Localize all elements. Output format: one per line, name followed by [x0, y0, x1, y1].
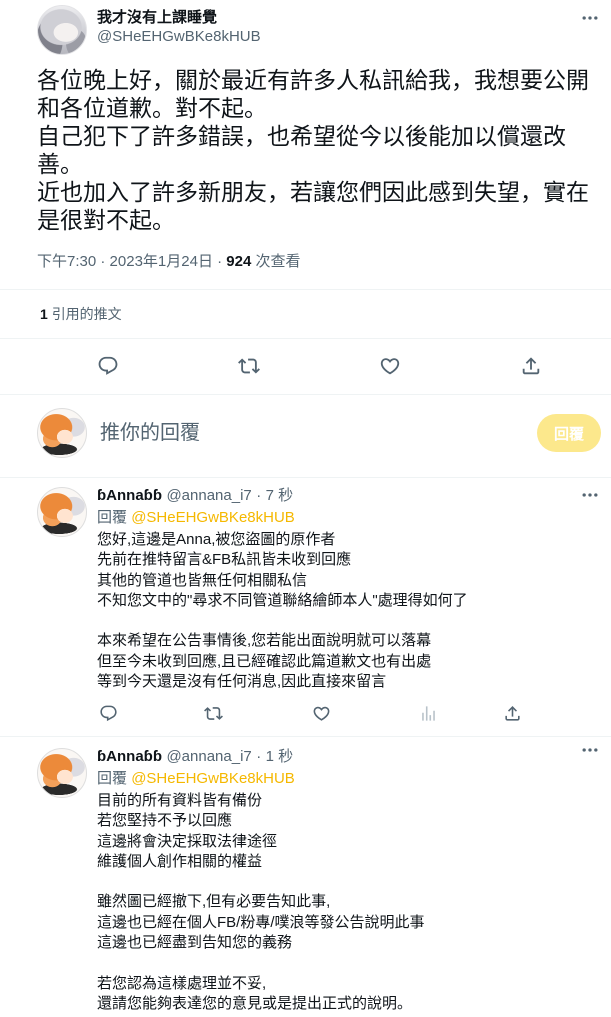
tweet-detail-page: 我才沒有上課睡覺 @SHeEHGwBKe8kHUB 各位晚上好，關於最近有許多人…	[0, 0, 611, 1017]
views-label: 次查看	[255, 253, 301, 270]
reply-item: ɓAnnaɓɓ @annana_i7 · 1 秒 回覆 @SHeEHGwBKe8…	[0, 738, 611, 1012]
author-name[interactable]: 我才沒有上課睡覺	[97, 8, 217, 28]
reply-icon	[98, 356, 118, 375]
like-icon	[380, 358, 400, 375]
share-icon	[522, 357, 540, 375]
retweet-icon	[203, 706, 223, 720]
views-count: 924	[226, 253, 252, 270]
meta-separator: ·	[100, 253, 106, 270]
tweet-date[interactable]: 2023年1月24日	[110, 253, 213, 270]
replying-to-label: 回覆	[97, 770, 128, 787]
share-button[interactable]	[502, 703, 522, 723]
replying-to-handle[interactable]: @SHeEHGwBKe8kHUB	[131, 509, 295, 526]
divider	[0, 338, 611, 339]
retweet-button[interactable]	[238, 355, 260, 377]
reply-button[interactable]	[97, 355, 119, 377]
divider	[0, 736, 611, 737]
replying-to-handle[interactable]: @SHeEHGwBKe8kHUB	[131, 770, 295, 787]
replying-to: 回覆 @SHeEHGwBKe8kHUB	[97, 508, 295, 528]
analytics-button[interactable]	[418, 703, 438, 723]
author-avatar[interactable]	[37, 5, 87, 55]
like-button[interactable]	[379, 355, 401, 377]
divider	[0, 289, 611, 290]
header-separator: ·	[256, 748, 262, 765]
reply-icon	[99, 705, 117, 721]
tweet-meta: 下午7:30 · 2023年1月24日 · 924 次查看	[37, 252, 301, 272]
reply-item: ɓAnnaɓɓ @annana_i7 · 7 秒 回覆 @SHeEHGwBKe8…	[0, 477, 611, 737]
reply-time[interactable]: 7 秒	[266, 487, 294, 504]
more-options-icon[interactable]	[580, 485, 600, 505]
reply-text: 您好,這邊是Anna,被您盜圖的原作者 先前在推特留言&FB私訊皆未收到回應 其…	[97, 531, 468, 691]
analytics-icon	[421, 705, 435, 721]
more-options-icon[interactable]	[580, 740, 600, 760]
reply-author-avatar[interactable]	[37, 748, 87, 798]
reply-header: ɓAnnaɓɓ @annana_i7 · 7 秒	[97, 486, 293, 506]
meta-separator: ·	[217, 253, 223, 270]
retweet-icon	[238, 358, 260, 374]
more-options-icon[interactable]	[580, 8, 600, 28]
reply-author-handle[interactable]: @annana_i7	[166, 748, 251, 765]
tweet-text: 各位晚上好，關於最近有許多人私訊給我，我想要公開和各位道歉。對不起。 自己犯下了…	[37, 67, 589, 233]
reply-text: 目前的所有資料皆有備份 若您堅持不予以回應 這邊將會決定採取法律途徑 維護個人創…	[97, 792, 425, 1012]
replying-to-label: 回覆	[97, 509, 128, 526]
reply-author-handle[interactable]: @annana_i7	[166, 487, 251, 504]
reply-author-name[interactable]: ɓAnnaɓɓ	[97, 748, 162, 765]
reply-button[interactable]	[98, 703, 118, 723]
reply-author-name[interactable]: ɓAnnaɓɓ	[97, 487, 162, 504]
reply-header: ɓAnnaɓɓ @annana_i7 · 1 秒	[97, 747, 293, 767]
reply-submit-button[interactable]: 回覆	[537, 414, 601, 452]
quotes-count: 1	[40, 306, 48, 322]
retweet-button[interactable]	[203, 703, 223, 723]
reply-author-avatar[interactable]	[37, 487, 87, 537]
quotes-label: 引用的推文	[51, 306, 122, 322]
replying-to: 回覆 @SHeEHGwBKe8kHUB	[97, 769, 295, 789]
share-icon	[504, 705, 520, 721]
tweet-time[interactable]: 下午7:30	[37, 253, 96, 270]
reply-time[interactable]: 1 秒	[266, 748, 294, 765]
reply-input[interactable]	[100, 420, 520, 446]
like-icon	[313, 706, 329, 721]
current-user-avatar[interactable]	[37, 408, 87, 458]
divider	[0, 394, 611, 395]
share-button[interactable]	[520, 355, 542, 377]
quote-tweets-link[interactable]: 1 引用的推文	[40, 304, 122, 324]
like-button[interactable]	[311, 703, 331, 723]
header-separator: ·	[256, 487, 262, 504]
author-handle[interactable]: @SHeEHGwBKe8kHUB	[97, 27, 261, 47]
